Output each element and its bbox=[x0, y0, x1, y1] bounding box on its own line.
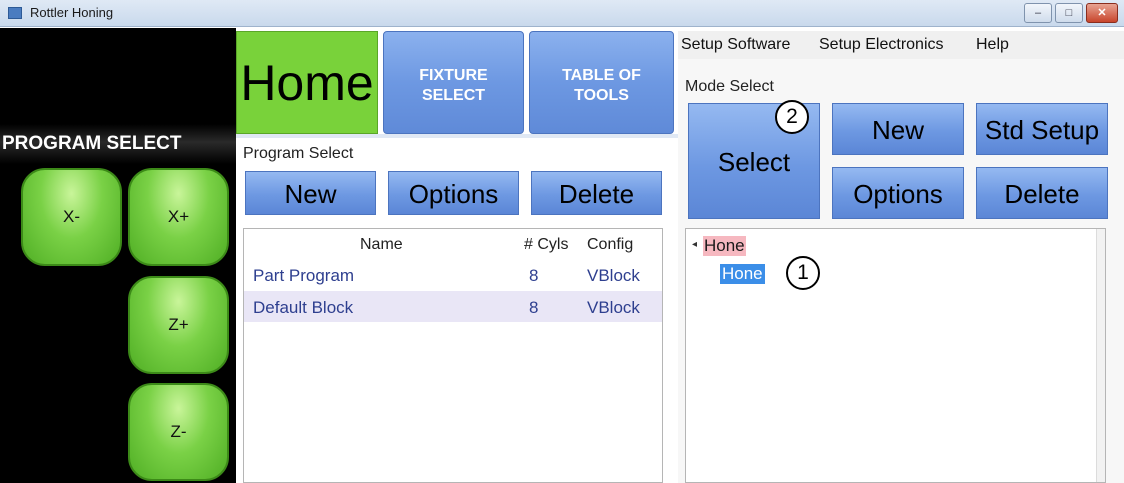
callout-2: 2 bbox=[775, 100, 809, 134]
menu-setup-software[interactable]: Setup Software bbox=[681, 36, 790, 54]
title-bar bbox=[0, 0, 1124, 27]
cell-name: Default Block bbox=[253, 298, 354, 317]
column-header-cyls[interactable]: # Cyls bbox=[524, 236, 568, 254]
jog-x-plus-button[interactable]: X+ bbox=[128, 168, 229, 266]
app-icon bbox=[8, 7, 22, 19]
mode-delete-button[interactable]: Delete bbox=[976, 167, 1108, 219]
window-title: Rottler Honing bbox=[30, 5, 114, 20]
fixture-select-button[interactable]: FIXTURE SELECT bbox=[383, 31, 524, 134]
cell-config: VBlock bbox=[587, 298, 640, 317]
tree-node-root[interactable]: Hone bbox=[703, 236, 746, 256]
mode-new-button[interactable]: New bbox=[832, 103, 964, 155]
program-new-button[interactable]: New bbox=[245, 171, 376, 215]
menu-setup-electronics[interactable]: Setup Electronics bbox=[819, 36, 944, 54]
jog-z-plus-button[interactable]: Z+ bbox=[128, 276, 229, 374]
minimize-button[interactable]: – bbox=[1024, 3, 1052, 23]
tree-expander-icon[interactable]: ◂ bbox=[692, 239, 697, 250]
mode-options-button[interactable]: Options bbox=[832, 167, 964, 219]
column-header-name[interactable]: Name bbox=[360, 236, 403, 254]
close-button[interactable]: ✕ bbox=[1086, 3, 1118, 23]
tree-node-child-selected[interactable]: Hone bbox=[720, 264, 765, 284]
cell-cyls: 8 bbox=[529, 266, 539, 285]
cell-cyls: 8 bbox=[529, 298, 539, 317]
program-delete-button[interactable]: Delete bbox=[531, 171, 662, 215]
callout-1: 1 bbox=[786, 256, 820, 290]
menu-help[interactable]: Help bbox=[976, 36, 1009, 54]
tree-scrollbar[interactable] bbox=[1096, 229, 1105, 482]
cell-config: VBlock bbox=[587, 266, 640, 285]
maximize-button[interactable]: □ bbox=[1055, 3, 1083, 23]
home-button[interactable]: Home bbox=[236, 31, 378, 134]
program-options-button[interactable]: Options bbox=[388, 171, 519, 215]
program-select-title: PROGRAM SELECT bbox=[0, 124, 236, 164]
mode-select-label: Mode Select bbox=[685, 78, 774, 95]
cell-name: Part Program bbox=[253, 266, 355, 285]
program-select-label: Program Select bbox=[243, 145, 354, 162]
jog-z-minus-button[interactable]: Z- bbox=[128, 383, 229, 481]
std-setup-button[interactable]: Std Setup bbox=[976, 103, 1108, 155]
toolbar-divider bbox=[236, 134, 678, 138]
column-header-config[interactable]: Config bbox=[587, 236, 633, 254]
jog-x-minus-button[interactable]: X- bbox=[21, 168, 122, 266]
table-of-tools-button[interactable]: TABLE OF TOOLS bbox=[529, 31, 674, 134]
